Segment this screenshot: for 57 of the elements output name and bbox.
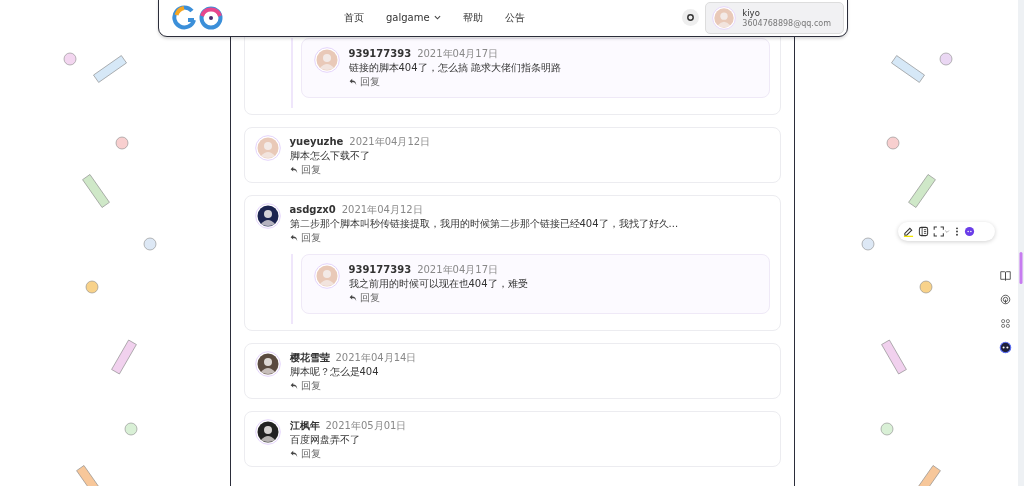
comment-date: 2021年05月01日 (325, 419, 407, 432)
user-name: kiyo (742, 7, 761, 18)
confetti-dot (861, 237, 875, 251)
confetti-dot (124, 422, 138, 436)
confetti-dot (880, 422, 894, 436)
nav-link[interactable]: 公告 (504, 10, 525, 25)
reply-icon (289, 233, 298, 242)
reply-button[interactable]: 回复 (289, 163, 321, 176)
comment-text: 百度网盘弄不了 (289, 433, 361, 446)
confetti-dot (115, 136, 129, 150)
author-name[interactable]: asdgzx0 (289, 203, 336, 216)
more-icon[interactable] (954, 226, 960, 237)
scrollbar[interactable] (1018, 0, 1024, 486)
confetti-dot (919, 280, 933, 294)
theme-toggle-button[interactable] (682, 9, 700, 26)
assistant-icon[interactable] (964, 226, 975, 237)
author-name[interactable]: 939177393 (348, 263, 412, 276)
reply-button[interactable]: 回复 (289, 447, 321, 460)
nav-link[interactable]: galgame (386, 12, 441, 23)
confetti-dot (143, 237, 157, 251)
confetti-dot (939, 52, 953, 66)
reply-icon (289, 165, 298, 174)
reply-button[interactable]: 回复 (289, 231, 321, 244)
comment-date: 2021年04月12日 (349, 135, 431, 148)
reply-button[interactable]: 回复 (348, 75, 380, 88)
reply-icon (348, 77, 357, 86)
reply-button[interactable]: 回复 (289, 379, 321, 392)
author-name[interactable]: yueyuzhe (289, 135, 344, 148)
user-card[interactable]: kiyo 3604768898@qq.com (705, 1, 844, 34)
comment-date: 2021年04月17日 (417, 263, 499, 276)
screenshot-icon[interactable] (933, 226, 950, 237)
reply-icon (348, 293, 357, 302)
comment-text: 我之前用的时候可以现在也404了，难受 (348, 277, 528, 290)
author-name[interactable]: 江枫年 (289, 419, 320, 432)
comment-text: 第二步那个脚本叫秒传链接提取，我用的时候第二步那个链接已经404了，我找了好久... (289, 217, 679, 230)
reply-icon (289, 449, 298, 458)
confetti-dot (85, 280, 99, 294)
logo-drawing (172, 4, 224, 31)
comment-date: 2021年04月14日 (335, 351, 417, 364)
author-name[interactable]: 樱花雪莹 (289, 351, 330, 364)
caret-icon (433, 14, 441, 21)
comment-text: 脚本怎么下载不了 (289, 149, 371, 162)
nav-link[interactable]: 帮助 (462, 10, 483, 25)
confetti-dot (63, 52, 77, 66)
reply-icon (289, 381, 298, 390)
comment-text: 脚本呢？怎么是404 (289, 365, 380, 378)
author-name[interactable]: 939177393 (348, 47, 412, 60)
confetti-dot (886, 136, 900, 150)
comment-date: 2021年04月12日 (341, 203, 423, 216)
comment-date: 2021年04月17日 (417, 47, 499, 60)
reply-button[interactable]: 回复 (348, 291, 380, 304)
sidebar-icon[interactable] (918, 226, 929, 237)
comment-text: 链接的脚本404了，怎么搞 跪求大佬们指条明路 (348, 61, 561, 74)
user-email: 3604768898@qq.com (742, 18, 831, 28)
nav-link[interactable]: 首页 (344, 10, 364, 25)
sun-icon (686, 13, 696, 22)
highlighter-icon[interactable] (903, 226, 914, 237)
